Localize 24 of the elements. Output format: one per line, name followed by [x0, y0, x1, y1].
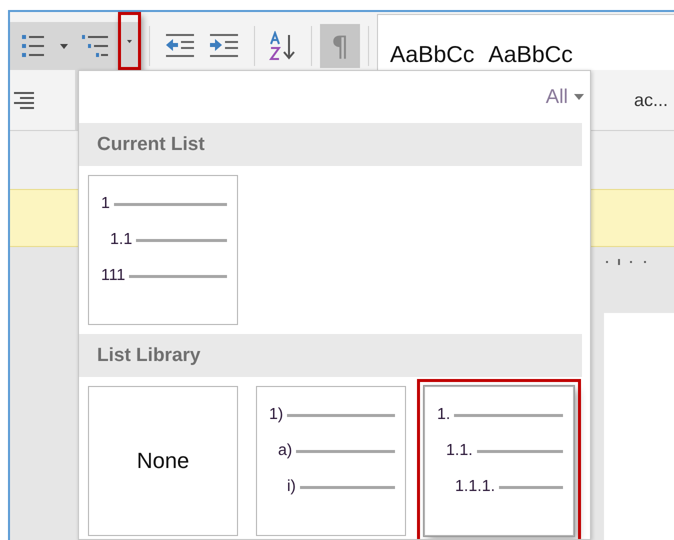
style-preview[interactable]: AaBbCc	[488, 41, 573, 68]
level-number: i)	[287, 478, 296, 496]
caret-icon[interactable]	[60, 44, 68, 48]
level-number: 1.	[437, 406, 450, 424]
level-number: 1.1.	[446, 442, 473, 460]
caret-icon[interactable]	[574, 94, 584, 100]
text-line	[499, 486, 563, 488]
caret-icon[interactable]	[127, 38, 132, 44]
level-number: 1)	[269, 406, 284, 424]
section-header: Current List	[79, 123, 582, 166]
level-number: 1.1	[110, 231, 132, 249]
sort-icon[interactable]	[269, 31, 297, 61]
filter-dropdown[interactable]: All	[546, 86, 584, 108]
section-header: List Library	[79, 334, 582, 377]
decrease-indent-icon[interactable]	[164, 33, 196, 59]
style-preview[interactable]: AaBbCc	[390, 41, 474, 68]
level-number: 111	[101, 267, 126, 285]
increase-indent-icon[interactable]	[208, 33, 240, 59]
level-number: 1	[101, 195, 110, 213]
multilevel-list-icon[interactable]	[80, 32, 110, 60]
style-name[interactable]: ac...	[634, 90, 668, 110]
dropdown-button[interactable]	[118, 12, 141, 70]
level-number: a)	[278, 442, 292, 460]
level-number: 1.1.1.	[455, 478, 496, 496]
